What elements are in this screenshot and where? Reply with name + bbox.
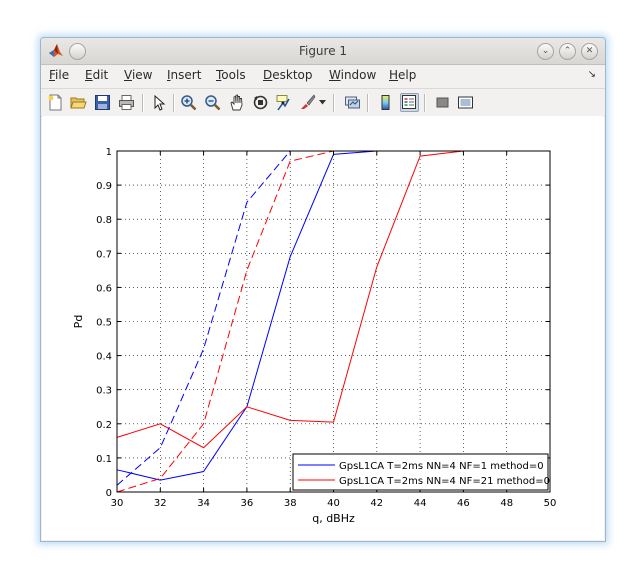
hide-plot-tools-icon[interactable]: [434, 94, 451, 111]
toolbar-separator: [173, 94, 175, 112]
title-bar[interactable]: Figure 1 ⌄ ⌃ ✕: [41, 38, 605, 65]
y-axis-label: Pd: [72, 315, 85, 329]
x-tick-label: 34: [197, 498, 210, 509]
save-icon[interactable]: [94, 94, 111, 111]
figure-window: Figure 1 ⌄ ⌃ ✕ File Edit View Insert Too…: [40, 37, 606, 542]
brush-icon[interactable]: [299, 94, 316, 111]
open-file-icon[interactable]: [70, 94, 87, 111]
colorbar-icon[interactable]: [377, 94, 394, 111]
x-tick-label: 32: [154, 498, 167, 509]
print-icon[interactable]: [118, 94, 135, 111]
menu-file[interactable]: File: [49, 68, 69, 82]
menu-tools[interactable]: Tools: [216, 68, 246, 82]
dock-arrow-icon[interactable]: ↘: [588, 69, 596, 80]
menu-bar: File Edit View Insert Tools Desktop Wind…: [41, 65, 605, 87]
x-tick-label: 46: [457, 498, 470, 509]
menu-edit[interactable]: Edit: [85, 68, 108, 82]
legend-entry-blue: GpsL1CA T=2ms NN=4 NF=1 method=0: [339, 461, 544, 472]
rotate-3d-icon[interactable]: [252, 94, 269, 111]
y-tick-label: 0.1: [96, 454, 112, 465]
toolbar-separator: [367, 94, 369, 112]
x-axis-label: q, dBHz: [312, 512, 355, 525]
y-tick-label: 0.2: [96, 420, 112, 431]
zoom-in-icon[interactable]: [180, 94, 197, 111]
line-chart[interactable]: 30 32 34 36 38 40 42 44 46 48 50 0 0.1 0.2 0.3 0.4 0.5 0.…: [42, 116, 604, 540]
close-button[interactable]: ✕: [581, 43, 598, 60]
x-tick-label: 40: [327, 498, 340, 509]
pan-icon[interactable]: [228, 94, 245, 111]
pointer-icon[interactable]: [150, 94, 167, 111]
x-tick-label: 30: [111, 498, 124, 509]
x-tick-label: 50: [544, 498, 557, 509]
y-tick-label: 0.8: [96, 215, 112, 226]
link-plot-icon[interactable]: [344, 94, 361, 111]
menu-help[interactable]: Help: [389, 68, 416, 82]
toolbar-separator: [333, 94, 335, 112]
menu-insert[interactable]: Insert: [167, 68, 201, 82]
new-figure-icon[interactable]: [47, 94, 64, 111]
menu-desktop[interactable]: Desktop: [263, 68, 313, 82]
x-tick-label: 44: [414, 498, 427, 509]
show-plot-tools-icon[interactable]: [457, 94, 474, 111]
menu-window[interactable]: Window: [329, 68, 376, 82]
y-tick-label: 0.4: [96, 352, 112, 363]
y-tick-label: 0.6: [96, 283, 112, 294]
legend-entry-red: GpsL1CA T=2ms NN=4 NF=21 method=0: [339, 476, 550, 487]
y-tick-label: 1: [106, 147, 112, 158]
x-tick-label: 42: [370, 498, 383, 509]
y-tick-label: 0: [106, 488, 112, 499]
minimize-button[interactable]: ⌄: [537, 43, 554, 60]
y-tick-label: 0.5: [96, 318, 112, 329]
window-title: Figure 1: [298, 44, 348, 58]
x-tick-label: 48: [500, 498, 513, 509]
figure-canvas: 30 32 34 36 38 40 42 44 46 48 50 0 0.1 0.2 0.3 0.4 0.5 0.…: [42, 116, 604, 540]
figure-toolbar: [41, 88, 605, 117]
zoom-out-icon[interactable]: [204, 94, 221, 111]
legend[interactable]: GpsL1CA T=2ms NN=4 NF=1 method=0 GpsL1CA…: [292, 453, 550, 491]
y-tick-label: 0.3: [96, 386, 112, 397]
y-tick-label: 0.7: [96, 249, 112, 260]
toolbar-separator: [424, 94, 426, 112]
maximize-button[interactable]: ⌃: [559, 43, 576, 60]
menu-view[interactable]: View: [124, 68, 152, 82]
brush-dropdown-icon[interactable]: [319, 100, 326, 105]
x-tick-label: 38: [284, 498, 297, 509]
y-tick-label: 0.9: [96, 181, 112, 192]
data-cursor-icon[interactable]: [275, 94, 292, 111]
x-tick-label: 36: [241, 498, 254, 509]
toolbar-separator: [142, 94, 144, 112]
legend-icon[interactable]: [400, 93, 419, 112]
